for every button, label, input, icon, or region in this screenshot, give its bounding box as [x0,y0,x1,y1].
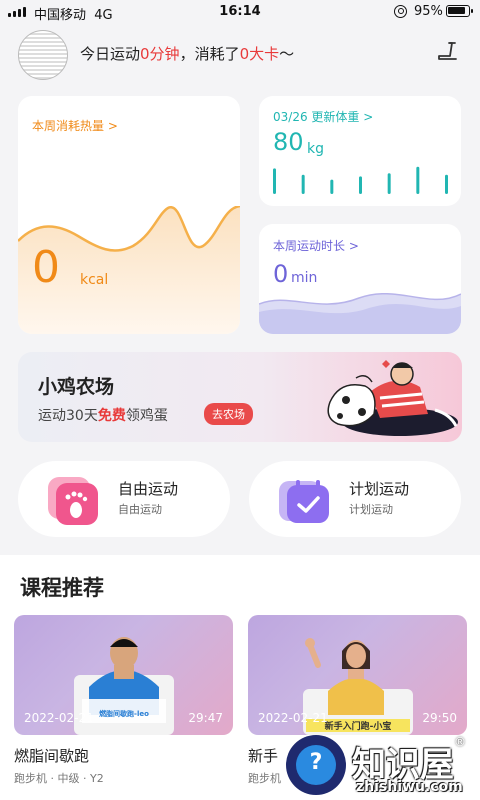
weight-bar [301,174,305,194]
weight-value: 80 [273,128,304,156]
free-sport-button[interactable]: 自由运动 自由运动 [18,461,230,537]
courses-title: 课程推荐 [20,576,104,600]
rotation-lock-icon [394,5,407,18]
weight-bar [445,174,448,194]
free-sport-sub: 自由运动 [118,503,162,516]
weight-bar [330,179,334,194]
plan-sport-label: 计划运动 [349,480,410,498]
man-with-dog-illustration [327,360,458,436]
avatar[interactable] [18,30,68,80]
treadmill-icon[interactable] [436,40,458,62]
calories-title[interactable]: 本周消耗热量 > [32,117,118,134]
weight-bar [387,173,391,194]
battery-icon [446,5,473,17]
status-bar: 中国移动 4G 16:14 95% [0,0,480,24]
chevron-right-icon: > [348,239,359,253]
weekly-duration-card[interactable]: 本周运动时长 > 0 min [259,224,461,334]
chevron-right-icon: > [107,119,118,133]
footprint-icon [48,477,98,525]
registered-mark: ® [454,735,466,749]
plan-sport-sub: 计划运动 [349,503,393,516]
duration-title[interactable]: 本周运动时长 > [273,237,359,254]
farm-title: 小鸡农场 [38,376,115,398]
watermark-logo-icon: ? [286,735,346,795]
weight-unit: kg [307,141,324,157]
go-farm-button[interactable]: 去农场 [204,403,253,425]
plan-sport-button[interactable]: 计划运动 计划运动 [249,461,461,537]
weight-bar [359,176,362,194]
course-meta: 跑步机 [248,772,281,785]
course-thumbnail[interactable]: 燃脂间歇跑-leo 2022-02-21 29:47 [14,615,233,735]
weekly-calories-card[interactable]: 本周消耗热量 > 0 kcal [18,96,240,334]
course-thumbnail[interactable]: 新手入门跑-小宝 2022-02-21 29:50 [248,615,467,735]
course-card[interactable]: 新手入门跑-小宝 2022-02-21 29:50 新手 跑步机 [248,615,467,785]
watermark: ? 知识屋 ® zhishiwu.com [286,735,476,797]
weight-card[interactable]: 03/26 更新体重 > 80 kg [259,96,461,206]
duration-wave [259,293,461,334]
battery-percent: 95% [414,4,443,19]
weight-title[interactable]: 03/26 更新体重 > [273,108,373,125]
chevron-right-icon: > [363,110,374,124]
weight-bar [416,166,420,194]
farm-subtitle: 运动30天免费领鸡蛋 [38,408,168,424]
course-meta: 跑步机 · 中级 · Y2 [14,772,104,785]
weight-bar [273,168,276,194]
calories-unit: kcal [80,272,109,288]
course-duration: 29:50 [422,711,457,725]
watermark-url: zhishiwu.com [356,779,463,795]
calories-value: 0 [32,242,60,293]
course-date: 2022-02-21 [24,711,94,725]
clock: 16:14 [219,4,261,19]
chicken-farm-banner[interactable]: 小鸡农场 运动30天免费领鸡蛋 去农场 [18,352,462,442]
free-sport-label: 自由运动 [118,480,179,498]
course-name: 燃脂间歇跑 [14,747,90,765]
daily-summary: 今日运动0分钟，消耗了0大卡～ [80,45,295,63]
calendar-check-icon [279,480,329,523]
weight-trend-bars [273,166,448,194]
course-name: 新手 [248,747,279,765]
course-date: 2022-02-21 [258,711,328,725]
course-card[interactable]: 燃脂间歇跑-leo 2022-02-21 29:47 燃脂间歇跑 跑步机 · 中… [14,615,233,785]
course-duration: 29:47 [188,711,223,725]
